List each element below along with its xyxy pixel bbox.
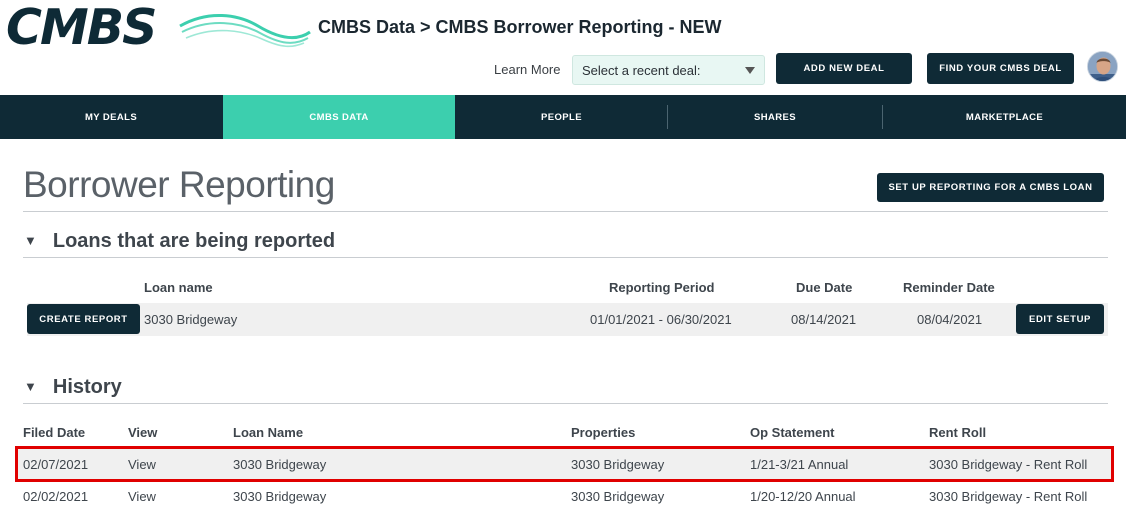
reminder-date-cell: 08/04/2021: [917, 312, 983, 327]
collapse-triangle-icon[interactable]: ▼: [24, 379, 37, 394]
loans-section-header[interactable]: ▼ Loans that are being reported: [24, 230, 335, 253]
due-date-cell: 08/14/2021: [791, 312, 857, 327]
nav-item-people[interactable]: PEOPLE: [456, 95, 667, 139]
divider: [23, 403, 1108, 404]
op-statement-link[interactable]: 1/20-12/20 Annual: [750, 489, 856, 504]
nav-item-my-deals[interactable]: MY DEALS: [0, 95, 222, 139]
col-properties: Properties: [571, 425, 636, 440]
find-your-cmbs-deal-button[interactable]: FIND YOUR CMBS DEAL: [927, 53, 1074, 84]
chevron-down-icon: [745, 67, 755, 74]
history-section-header[interactable]: ▼ History: [24, 376, 122, 399]
filed-date-cell: 02/02/2021: [23, 489, 89, 504]
view-link[interactable]: View: [128, 457, 156, 472]
recent-deal-select-value: Select a recent deal:: [582, 63, 701, 78]
logo[interactable]: CMBS: [6, 0, 311, 56]
op-statement-link[interactable]: 1/21-3/21 Annual: [750, 457, 848, 472]
col-due-date: Due Date: [796, 280, 853, 295]
logo-wave-icon: [179, 14, 311, 48]
col-rent-roll: Rent Roll: [929, 425, 987, 440]
create-report-button[interactable]: CREATE REPORT: [27, 304, 140, 334]
page-header-title: CMBS Data > CMBS Borrower Reporting - NE…: [318, 17, 722, 37]
avatar[interactable]: [1087, 51, 1118, 82]
loan-name-cell: 3030 Bridgeway: [144, 312, 238, 327]
add-new-deal-button[interactable]: ADD NEW DEAL: [776, 53, 912, 84]
edit-setup-button[interactable]: EDIT SETUP: [1016, 304, 1104, 334]
col-view: View: [128, 425, 158, 440]
divider: [23, 211, 1108, 212]
loan-name-cell: 3030 Bridgeway: [233, 457, 327, 472]
divider: [23, 257, 1108, 258]
view-link[interactable]: View: [128, 489, 156, 504]
col-filed-date: Filed Date: [23, 425, 86, 440]
rent-roll-link[interactable]: 3030 Bridgeway - Rent Roll: [929, 457, 1087, 472]
set-up-reporting-button[interactable]: SET UP REPORTING FOR A CMBS LOAN: [877, 173, 1104, 202]
logo-text: CMBS: [6, 0, 157, 56]
learn-more-link[interactable]: Learn More: [494, 62, 560, 77]
nav-item-cmbs-data[interactable]: CMBS DATA: [223, 95, 455, 139]
col-loan-name: Loan name: [144, 280, 213, 295]
recent-deal-select[interactable]: Select a recent deal:: [572, 55, 765, 85]
loan-name-cell: 3030 Bridgeway: [233, 489, 327, 504]
filed-date-cell: 02/07/2021: [23, 457, 89, 472]
avatar-image: [1088, 52, 1117, 81]
col-reminder-date: Reminder Date: [903, 280, 995, 295]
col-loan-name: Loan Name: [233, 425, 304, 440]
main-nav: MY DEALS CMBS DATA PEOPLE SHARES MARKETP…: [0, 95, 1126, 139]
nav-item-marketplace[interactable]: MARKETPLACE: [883, 95, 1126, 139]
col-op-statement: Op Statement: [750, 425, 835, 440]
properties-cell: 3030 Bridgeway: [571, 489, 665, 504]
rent-roll-link[interactable]: 3030 Bridgeway - Rent Roll: [929, 489, 1087, 504]
collapse-triangle-icon[interactable]: ▼: [24, 233, 37, 248]
reporting-period-cell: 01/01/2021 - 06/30/2021: [590, 312, 732, 327]
loans-section-title: Loans that are being reported: [52, 230, 336, 252]
nav-item-shares[interactable]: SHARES: [668, 95, 882, 139]
page-title: Borrower Reporting: [23, 164, 335, 205]
properties-cell: 3030 Bridgeway: [571, 457, 665, 472]
col-reporting-period: Reporting Period: [609, 280, 715, 295]
history-section-title: History: [52, 376, 122, 398]
